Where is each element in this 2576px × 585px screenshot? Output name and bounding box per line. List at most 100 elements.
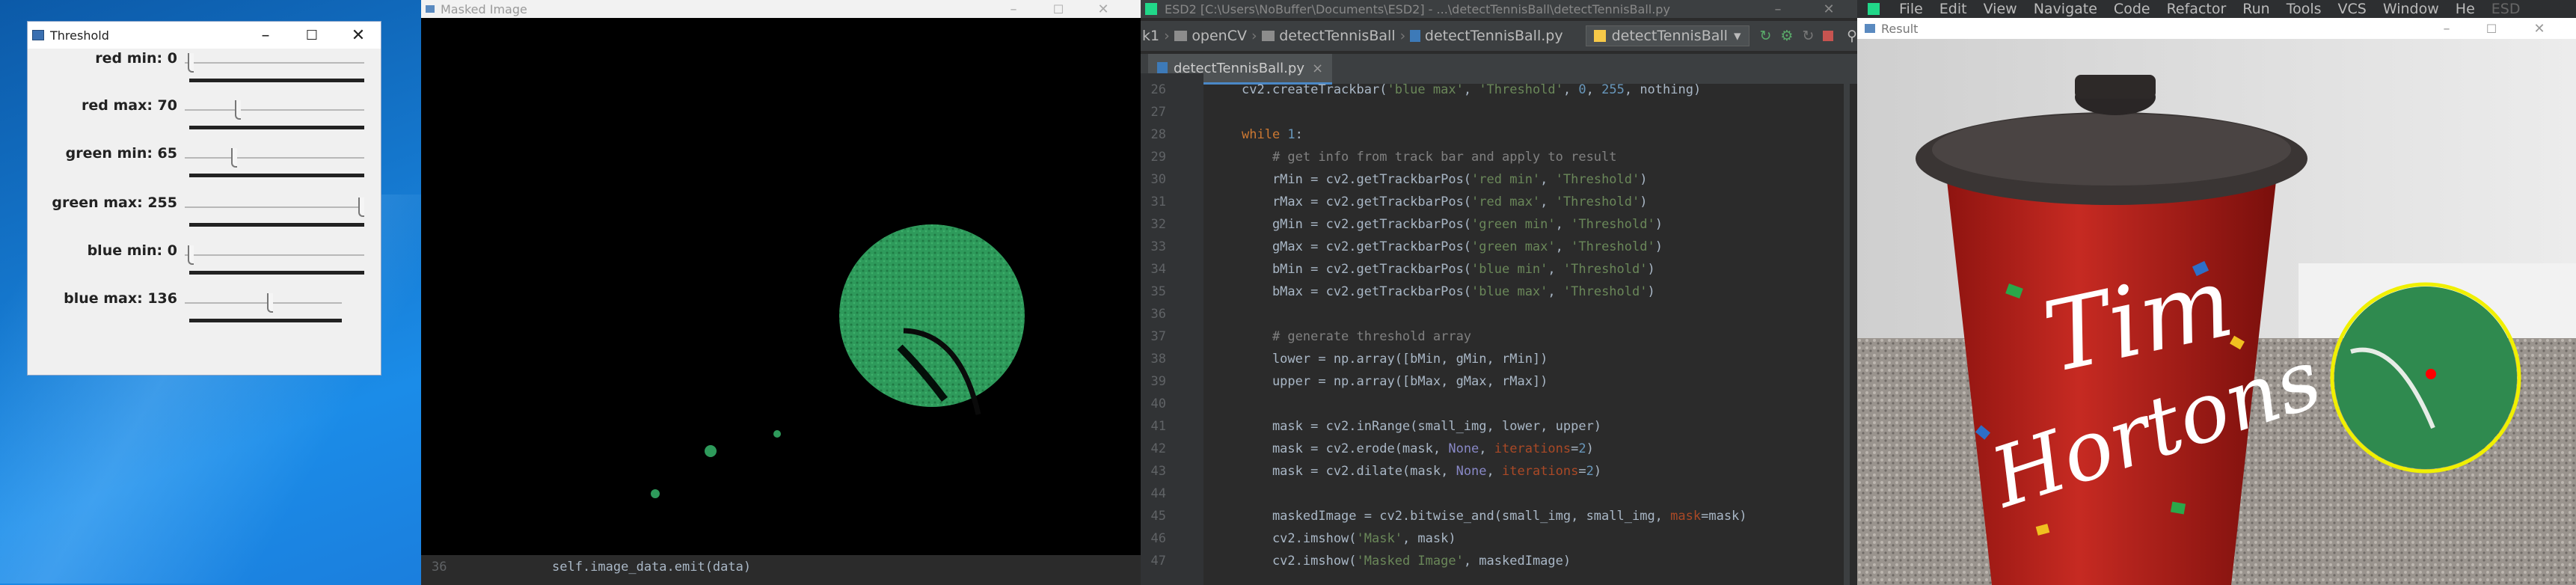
detection-center-point — [2426, 369, 2436, 379]
menu-item[interactable]: File — [1899, 1, 1923, 17]
code-token: # get info from track bar and apply to r… — [1242, 150, 1617, 165]
trackbar-row: red min: 0 — [28, 47, 382, 92]
trackbar-thumb[interactable] — [188, 245, 194, 265]
trackbar-track[interactable] — [185, 206, 364, 208]
opencv-app-icon — [426, 5, 435, 13]
menu-item[interactable]: ESD — [2491, 1, 2521, 17]
code-token: 2 — [1578, 441, 1586, 456]
stop-icon[interactable] — [1823, 31, 1834, 41]
result-image-canvas: Tim Hortons — [1857, 39, 2576, 585]
code-token: mask = cv2.inRange(small_img, lower, upp… — [1242, 419, 1602, 434]
code-token: # generate threshold array — [1242, 329, 1472, 344]
line-number: 46 — [1150, 531, 1166, 546]
code-token: ) — [1647, 284, 1655, 299]
trackbar-baseline — [189, 223, 364, 227]
code-token: 'Mask' — [1356, 531, 1402, 546]
trackbar-baseline — [189, 126, 364, 129]
breadcrumb[interactable]: detectTennisBall — [1279, 28, 1395, 44]
trackbar-thumb[interactable] — [234, 100, 241, 120]
trackbar-thumb[interactable] — [231, 148, 238, 168]
python-icon — [1593, 30, 1606, 42]
result-titlebar[interactable]: Result – ☐ ✕ — [1857, 18, 2576, 39]
window-title: Masked Image — [441, 1, 527, 16]
code-token: , maskedImage) — [1463, 554, 1571, 569]
menu-item[interactable]: Navigate — [2034, 1, 2097, 17]
trackbar-label: red min: 0 — [95, 50, 177, 67]
code-editor[interactable]: 26 cv2.createTrackbar('blue max', 'Thresh… — [1141, 73, 1857, 585]
maximize-button[interactable]: ☐ — [1042, 0, 1075, 18]
opencv-app-icon — [32, 30, 44, 40]
close-button[interactable]: ✕ — [1087, 0, 1120, 18]
close-button[interactable]: ✕ — [1812, 0, 1845, 18]
minimize-button[interactable]: – — [1761, 0, 1794, 18]
search-icon[interactable]: ⚲ — [1847, 28, 1857, 44]
run-config-dropdown[interactable]: detectTennisBall ▾ — [1585, 25, 1749, 46]
trackbar-thumb[interactable] — [188, 53, 194, 73]
trackbar-label: blue min: 0 — [87, 242, 177, 259]
code-token: ) — [1655, 239, 1663, 254]
menu-item[interactable]: Tools — [2287, 1, 2322, 17]
menu-item[interactable]: Run — [2242, 1, 2269, 17]
menu-item[interactable]: View — [1984, 1, 2017, 17]
debug-icon[interactable]: ⚙ — [1780, 28, 1793, 44]
masked-titlebar[interactable]: Masked Image – ☐ ✕ — [421, 0, 1141, 18]
code-token: mask — [1670, 509, 1702, 524]
menu-item[interactable]: Code — [2114, 1, 2150, 17]
code-token: 'Threshold' — [1563, 284, 1648, 299]
coverage-icon[interactable]: ↻ — [1802, 28, 1814, 44]
trackbar-label: green min: 65 — [65, 145, 177, 162]
code-token: 'red min' — [1471, 172, 1541, 187]
trackbar-label: green max: 255 — [52, 195, 177, 211]
ide-titlebar[interactable]: ESD2 [C:\Users\NoBuffer\Documents\ESD2] … — [1141, 0, 1857, 18]
trackbar-thumb[interactable] — [358, 197, 364, 217]
close-button[interactable]: ✕ — [342, 22, 375, 49]
code-text: lower = np.array([bMin, gMin, rMin]) — [1242, 352, 1548, 367]
code-token: : — [1295, 127, 1303, 142]
trackbar-track[interactable] — [185, 254, 364, 256]
python-file-icon — [1410, 30, 1420, 42]
code-text: upper = np.array([bMax, gMax, rMax]) — [1242, 374, 1548, 389]
minimize-button[interactable]: – — [249, 22, 282, 49]
maximize-button[interactable]: ☐ — [295, 22, 328, 49]
code-token: bMin = cv2.getTrackbarPos( — [1242, 262, 1472, 277]
code-text: maskedImage = cv2.bitwise_and(small_img,… — [1242, 509, 1747, 524]
code-text: mask = cv2.erode(mask, None, iterations=… — [1242, 441, 1594, 456]
code-text: rMin = cv2.getTrackbarPos('red min', 'Th… — [1242, 172, 1648, 187]
trackbar-thumb[interactable] — [266, 293, 273, 313]
code-token: 1 — [1287, 127, 1295, 142]
code-token: mask = cv2.erode(mask, — [1242, 441, 1449, 456]
minimize-button[interactable]: – — [2430, 18, 2463, 39]
close-button[interactable]: ✕ — [2523, 18, 2556, 39]
chevron-down-icon: ▾ — [1733, 28, 1741, 44]
editor-scrollbar[interactable] — [1844, 84, 1850, 585]
code-token: mask = cv2.dilate(mask, — [1242, 464, 1456, 479]
minimize-button[interactable]: – — [997, 0, 1030, 18]
trackbar-track[interactable] — [185, 302, 342, 304]
menu-item[interactable]: Edit — [1939, 1, 1967, 17]
menu-item[interactable]: VCS — [2338, 1, 2367, 17]
threshold-titlebar[interactable]: Threshold – ☐ ✕ — [28, 22, 381, 49]
trackbar-track[interactable] — [185, 109, 364, 111]
masked-image-window: Masked Image – ☐ ✕ 36 self.image_data.em… — [421, 0, 1141, 585]
code-token: 0 — [1578, 82, 1586, 97]
menu-item[interactable]: Window — [2383, 1, 2439, 17]
code-token: ) — [1640, 195, 1648, 209]
window-title: Result — [1881, 21, 1919, 36]
breadcrumb[interactable]: k1 — [1142, 28, 1159, 44]
menu-item[interactable]: He — [2456, 1, 2475, 17]
code-token: ) — [1586, 441, 1594, 456]
code-token: , — [1479, 441, 1494, 456]
trackbar-track[interactable] — [185, 62, 364, 64]
code-token: =mask) — [1701, 509, 1747, 524]
rerun-icon[interactable]: ↻ — [1760, 28, 1772, 44]
code-token: , — [1548, 284, 1563, 299]
trackbar-track[interactable] — [185, 157, 364, 159]
line-number: 29 — [1150, 150, 1166, 165]
pycharm-app-icon — [1145, 3, 1157, 15]
line-number: 26 — [1150, 82, 1166, 97]
code-text: rMax = cv2.getTrackbarPos('red max', 'Th… — [1242, 195, 1648, 209]
maximize-button[interactable]: ☐ — [2475, 18, 2508, 39]
menu-item[interactable]: Refactor — [2167, 1, 2227, 17]
breadcrumb[interactable]: openCV — [1192, 28, 1247, 44]
breadcrumb[interactable]: detectTennisBall.py — [1425, 28, 1563, 44]
